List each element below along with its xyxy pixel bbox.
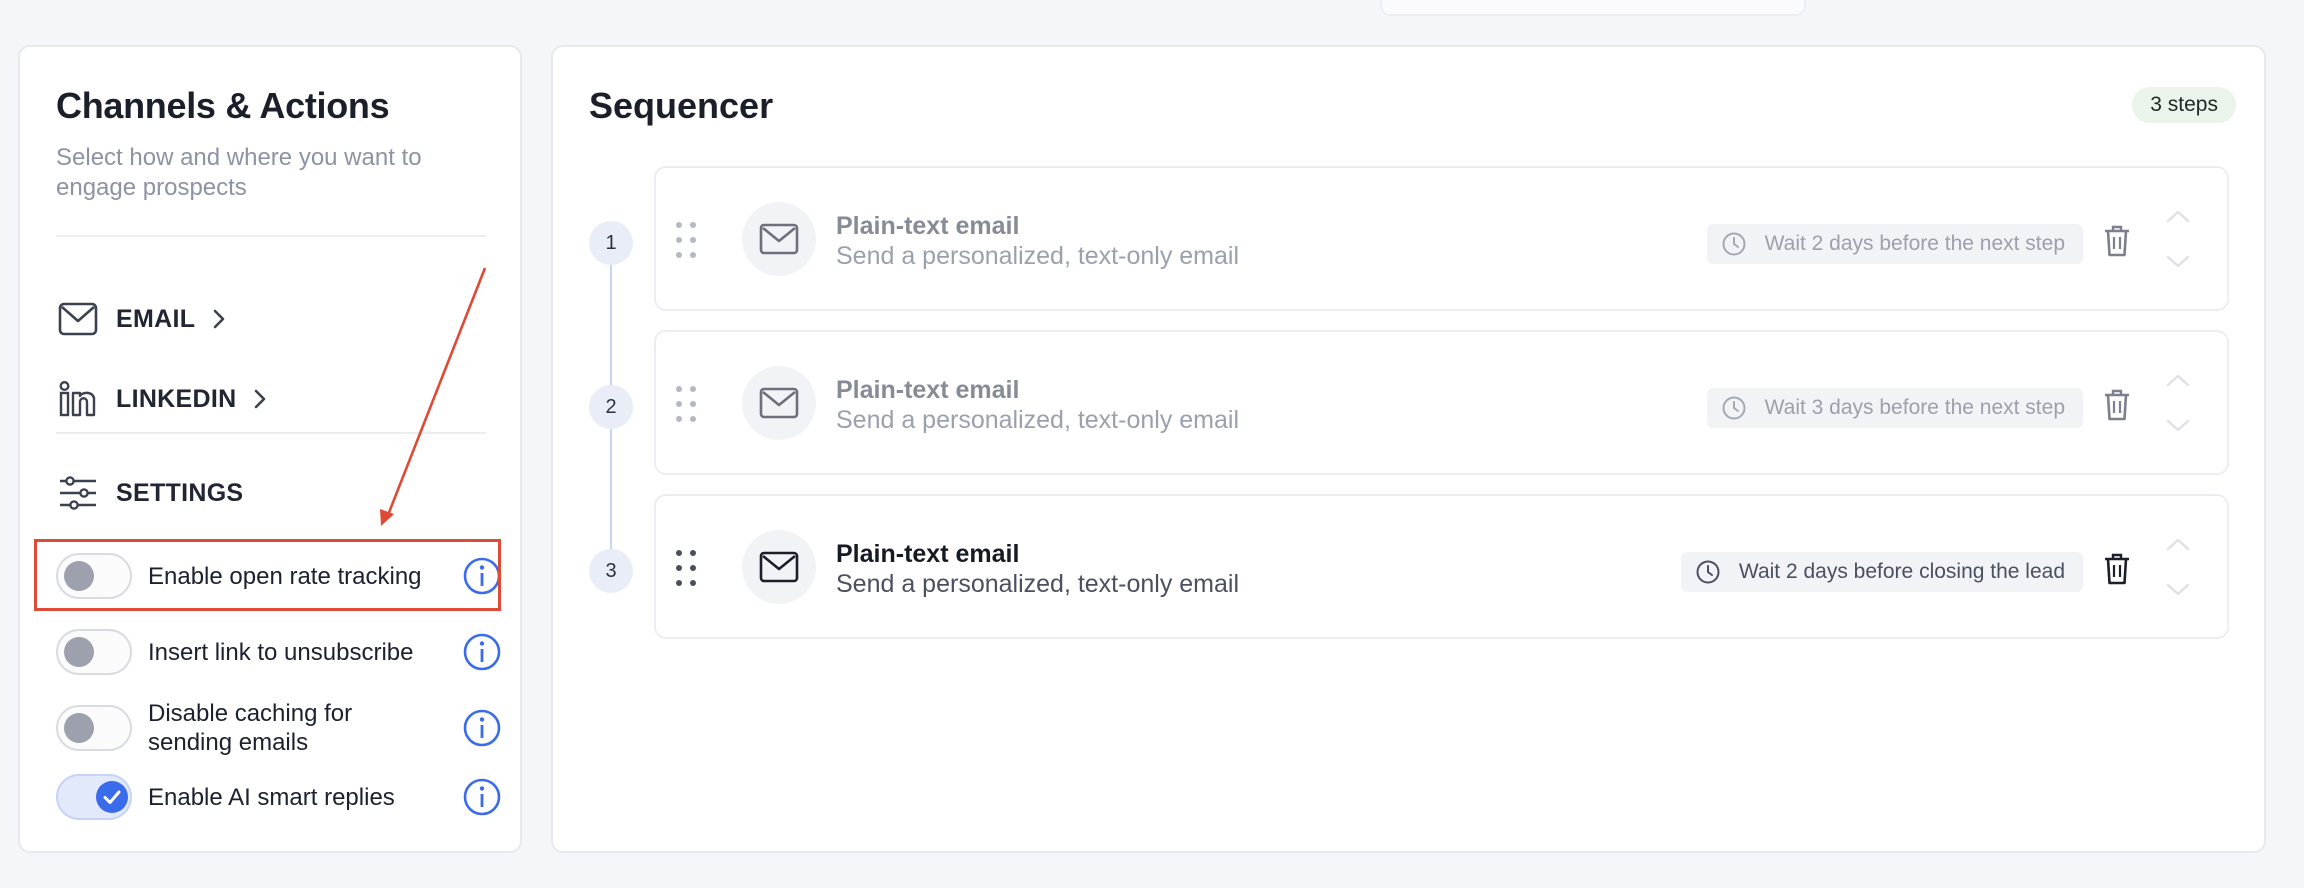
- wait-text: Wait 3 days before the next step: [1764, 396, 2065, 419]
- setting-ai-smart-replies: Enable AI smart replies: [56, 764, 506, 830]
- toggle-label: Enable AI smart replies: [148, 783, 395, 811]
- chevron-right-icon: [252, 388, 274, 410]
- top-tab-edge: [1380, 0, 1806, 16]
- mail-icon: [742, 202, 816, 276]
- clock-icon: [1722, 396, 1746, 420]
- trash-icon[interactable]: [2103, 552, 2131, 586]
- ai-smart-replies-toggle[interactable]: [56, 774, 132, 820]
- info-icon[interactable]: [462, 708, 502, 748]
- channel-email[interactable]: EMAIL: [56, 295, 233, 343]
- toggle-knob: [96, 781, 128, 813]
- info-icon[interactable]: [462, 632, 502, 672]
- channel-linkedin[interactable]: LINKEDIN: [56, 375, 274, 423]
- channels-actions-panel: Channels & Actions Select how and where …: [18, 45, 522, 853]
- panel-title: Channels & Actions: [56, 85, 390, 126]
- setting-disable-caching: Disable caching for sending emails: [56, 695, 506, 761]
- panel-subtitle: Select how and where you want to engage …: [56, 144, 422, 201]
- toggle-knob: [64, 637, 94, 667]
- trash-icon[interactable]: [2103, 388, 2131, 422]
- trash-icon[interactable]: [2103, 224, 2131, 258]
- step-title: Plain-text email: [836, 540, 1020, 568]
- wait-text: Wait 2 days before the next step: [1764, 232, 2065, 255]
- toggle-knob: [64, 713, 94, 743]
- unsubscribe-link-toggle[interactable]: [56, 629, 132, 675]
- toggle-label: Insert link to unsubscribe: [148, 638, 414, 666]
- chevron-up-icon[interactable]: [2165, 372, 2191, 388]
- reorder-controls: [2165, 372, 2191, 434]
- mail-icon: [742, 530, 816, 604]
- sequence-step[interactable]: Plain-text email Send a personalized, te…: [654, 330, 2229, 475]
- step-description: Send a personalized, text-only email: [836, 242, 1240, 270]
- step-number: 1: [589, 221, 633, 265]
- info-icon[interactable]: [462, 777, 502, 817]
- settings-header: SETTINGS: [56, 469, 243, 517]
- chevron-down-icon[interactable]: [2165, 254, 2191, 270]
- chevron-up-icon[interactable]: [2165, 208, 2191, 224]
- step-number: 3: [589, 549, 633, 593]
- clock-icon: [1696, 560, 1720, 584]
- channel-email-label: EMAIL: [116, 304, 196, 333]
- setting-unsubscribe-link: Insert link to unsubscribe: [56, 619, 506, 685]
- wait-delay-pill[interactable]: Wait 2 days before the next step: [1706, 224, 2083, 264]
- drag-handle-icon[interactable]: [674, 384, 700, 424]
- wait-delay-pill[interactable]: Wait 2 days before closing the lead: [1680, 552, 2083, 592]
- drag-handle-icon[interactable]: [674, 220, 700, 260]
- wait-text: Wait 2 days before closing the lead: [1738, 560, 2065, 583]
- reorder-controls: [2165, 208, 2191, 270]
- step-description: Send a personalized, text-only email: [836, 570, 1240, 598]
- settings-label: SETTINGS: [116, 478, 244, 507]
- wait-delay-pill[interactable]: Wait 3 days before the next step: [1706, 388, 2083, 428]
- divider: [56, 235, 486, 237]
- linkedin-icon: [56, 377, 100, 421]
- sliders-icon: [56, 471, 100, 515]
- steps-count-badge: 3 steps: [2132, 87, 2236, 123]
- chevron-down-icon[interactable]: [2165, 582, 2191, 598]
- chevron-down-icon[interactable]: [2165, 418, 2191, 434]
- sequencer-title: Sequencer: [589, 85, 774, 126]
- channel-linkedin-label: LINKEDIN: [116, 384, 237, 413]
- step-number: 2: [589, 385, 633, 429]
- check-icon: [103, 790, 121, 804]
- mail-icon: [56, 297, 100, 341]
- sequence-step[interactable]: Plain-text email Send a personalized, te…: [654, 166, 2229, 311]
- mail-icon: [742, 366, 816, 440]
- step-title: Plain-text email: [836, 212, 1020, 240]
- divider: [56, 432, 486, 434]
- step-description: Send a personalized, text-only email: [836, 406, 1240, 434]
- disable-caching-toggle[interactable]: [56, 705, 132, 751]
- chevron-up-icon[interactable]: [2165, 536, 2191, 552]
- toggle-label: Disable caching for sending emails: [148, 700, 353, 756]
- annotation-highlight-box: [34, 539, 501, 611]
- step-title: Plain-text email: [836, 376, 1020, 404]
- sequencer-panel: Sequencer 3 steps 1 Plain-text email Sen…: [551, 45, 2266, 853]
- clock-icon: [1722, 232, 1746, 256]
- drag-handle-icon[interactable]: [674, 548, 700, 588]
- chevron-right-icon: [211, 308, 233, 330]
- reorder-controls: [2165, 536, 2191, 598]
- sequence-step[interactable]: Plain-text email Send a personalized, te…: [654, 494, 2229, 639]
